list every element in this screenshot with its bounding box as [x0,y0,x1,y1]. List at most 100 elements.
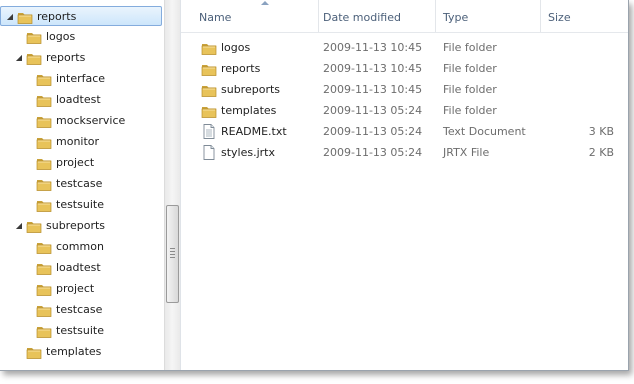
file-size: 3 KB [588,125,614,138]
folder-icon [36,325,52,338]
file-name: styles.jrtx [221,146,276,159]
tree-item-loadtest[interactable]: loadtest [0,258,160,278]
file-name: reports [221,62,261,75]
folder-icon [201,83,217,98]
file-type: File folder [443,83,497,96]
tree-scrollbar[interactable] [164,0,180,370]
tree-item-testsuite[interactable]: testsuite [0,195,160,215]
column-header-date-modified[interactable]: Date modified [315,0,436,32]
folder-icon [36,115,52,128]
file-row[interactable]: subreports 2009-11-13 10:45 File folder [181,79,628,100]
tree-item-templates[interactable]: templates [0,342,160,362]
folder-icon [201,62,217,77]
folder-icon [26,346,42,359]
sort-ascending-icon [261,1,269,5]
folder-icon [36,178,52,191]
file-name: README.txt [221,125,287,138]
tree-item-project[interactable]: project [0,153,160,173]
file-type: File folder [443,62,497,75]
tree-item-reports[interactable]: ◢ reports [0,48,160,68]
column-header-row: Name Date modified Type Size [181,0,628,33]
file-row[interactable]: reports 2009-11-13 10:45 File folder [181,58,628,79]
tree-item-subreports[interactable]: ◢ subreports [0,216,160,236]
file-date-modified: 2009-11-13 10:45 [323,83,423,96]
tree-item-label: mockservice [56,114,126,127]
file-type: Text Document [443,125,526,138]
tree-item-label: project [56,156,95,169]
explorer-window: ◢ reports logos ◢ reports interface loadtest mo… [0,0,629,371]
file-date-modified: 2009-11-13 05:24 [323,104,423,117]
tree-item-label: common [56,240,104,253]
file-date-modified: 2009-11-13 05:24 [323,146,423,159]
scrollbar-grip [170,248,175,260]
folder-icon [36,94,52,107]
tree-item-testcase[interactable]: testcase [0,300,160,320]
file-row[interactable]: logos 2009-11-13 10:45 File folder [181,37,628,58]
tree-item-label: monitor [56,135,100,148]
folder-icon [36,136,52,149]
folder-icon [36,283,52,296]
folder-icon [17,11,33,24]
folder-icon [201,104,217,119]
column-header-type[interactable]: Type [435,0,541,32]
file-row[interactable]: templates 2009-11-13 05:24 File folder [181,100,628,121]
tree-item-mockservice[interactable]: mockservice [0,111,160,131]
file-list-pane: Name Date modified Type Size logos 2009-1… [181,0,628,370]
tree-item-label: testcase [56,177,103,190]
folder-icon [36,304,52,317]
tree-item-interface[interactable]: interface [0,69,160,89]
file-size: 2 KB [588,146,614,159]
tree-item-loadtest[interactable]: loadtest [0,90,160,110]
column-header-type-label: Type [443,11,469,24]
file-type: File folder [443,41,497,54]
tree-item-label: loadtest [56,93,101,106]
file-row[interactable]: README.txt 2009-11-13 05:24 Text Document 3… [181,121,628,142]
tree-item-label: logos [46,30,76,43]
tree-item-project[interactable]: project [0,279,160,299]
file-name: logos [221,41,251,54]
tree-item-label: testcase [56,303,103,316]
folder-icon [26,31,42,44]
column-header-name-label: Name [199,11,232,24]
tree-item-logos[interactable]: logos [0,27,160,47]
tree-item-common[interactable]: common [0,237,160,257]
column-header-size-label: Size [548,11,571,24]
file-type: File folder [443,104,497,117]
scrollbar-thumb[interactable] [166,205,179,303]
column-header-name[interactable]: Name [191,0,319,32]
text-document-icon [201,124,217,139]
folder-icon [36,241,52,254]
folder-icon [36,199,52,212]
folder-icon [36,157,52,170]
file-icon [201,145,217,160]
tree-item-label: templates [46,345,102,358]
tree-item-label: subreports [46,219,106,232]
tree-item-label: reports [37,10,77,23]
folder-icon [26,52,42,65]
folder-icon [36,262,52,275]
tree-item-label: testsuite [56,198,104,211]
tree-item-label: loadtest [56,261,101,274]
file-type: JRTX File [443,146,490,159]
file-name: templates [221,104,277,117]
file-date-modified: 2009-11-13 10:45 [323,41,423,54]
column-header-size[interactable]: Size [540,0,628,32]
column-header-date-label: Date modified [323,11,401,24]
tree-item-testcase[interactable]: testcase [0,174,160,194]
expanded-arrow-icon[interactable]: ◢ [14,216,24,236]
expanded-arrow-icon[interactable]: ◢ [5,7,15,27]
tree-item-label: reports [46,51,86,64]
tree-item-label: interface [56,72,106,85]
folder-icon [36,73,52,86]
tree-item-label: testsuite [56,324,104,337]
file-row[interactable]: styles.jrtx 2009-11-13 05:24 JRTX File 2 KB [181,142,628,163]
folder-icon [26,220,42,233]
tree-item-label: project [56,282,95,295]
folder-icon [201,41,217,56]
expanded-arrow-icon[interactable]: ◢ [14,48,24,68]
file-name: subreports [221,83,281,96]
tree-item-monitor[interactable]: monitor [0,132,160,152]
tree-item-testsuite[interactable]: testsuite [0,321,160,341]
tree-item-reports[interactable]: ◢ reports [0,6,162,26]
file-date-modified: 2009-11-13 10:45 [323,62,423,75]
